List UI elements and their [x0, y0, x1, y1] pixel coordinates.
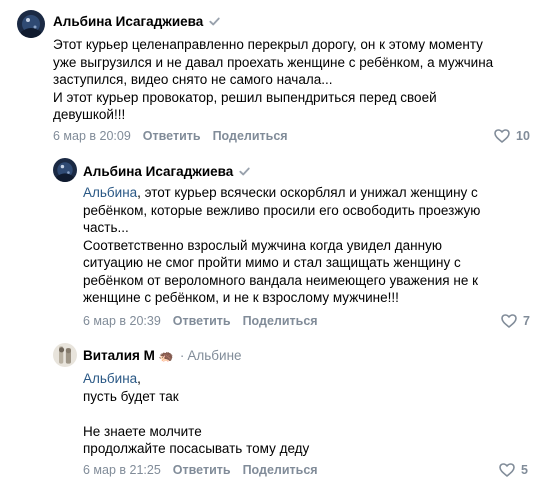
like-button[interactable]: 10: [494, 129, 530, 143]
comment-text: Этот курьер целенаправленно перекрыл дор…: [53, 36, 493, 124]
comment-date[interactable]: 6 мар в 21:25: [83, 463, 161, 477]
heart-icon: [494, 129, 510, 143]
emoji-badge: 🦔: [158, 348, 174, 363]
text-line: заступился, видео снято не самого начала…: [53, 72, 333, 87]
text-line: ,: [137, 371, 141, 386]
reply-button[interactable]: Ответить: [173, 463, 231, 477]
mention-link[interactable]: Альбина: [83, 185, 137, 200]
mention-link[interactable]: Альбина: [83, 371, 137, 386]
share-button[interactable]: Поделиться: [243, 314, 318, 328]
avatar[interactable]: [53, 343, 77, 367]
reply-to-name: Альбине: [187, 348, 242, 363]
share-button[interactable]: Поделиться: [243, 463, 318, 477]
text-line: ребёнком, которые вежливо просили его ос…: [83, 202, 481, 218]
heart-icon: [499, 463, 515, 477]
text-line: ребёнком от вероломного вандала неимеюще…: [83, 272, 478, 288]
like-count: 5: [521, 463, 528, 477]
avatar[interactable]: [17, 10, 45, 38]
comment-text: Альбина, этот курьер всячески оскорблял …: [83, 184, 480, 307]
comment-text: Альбина, пусть будет так Не знаете молчи…: [83, 370, 309, 458]
text-line: , этот курьер всячески оскорблял и унижа…: [137, 185, 478, 200]
separator-dot: ·: [179, 348, 185, 363]
text-line: И этот курьер провокатор, решил выпендри…: [53, 89, 437, 105]
like-count: 10: [516, 129, 530, 143]
like-button[interactable]: 5: [499, 463, 528, 477]
avatar[interactable]: [53, 158, 77, 182]
heart-icon: [501, 314, 517, 328]
like-button[interactable]: 7: [501, 314, 530, 328]
text-line: уже выгрузился и не давал проехать женщи…: [53, 54, 494, 70]
author-name[interactable]: Альбина Исагаджиева: [53, 14, 203, 29]
text-line: часть...: [83, 220, 129, 235]
text-line: ситуацию не смог пройти мимо и стал защи…: [83, 255, 461, 270]
text-line: пусть будет так: [83, 388, 179, 404]
text-line: Соответственно взрослый мужчина когда ув…: [83, 237, 442, 253]
like-count: 7: [523, 314, 530, 328]
reply-to-label[interactable]: · Альбине: [180, 348, 242, 363]
comment-date[interactable]: 6 мар в 20:09: [53, 129, 131, 143]
author-name[interactable]: Виталия М: [83, 348, 155, 363]
share-button[interactable]: Поделиться: [213, 129, 288, 143]
text-line: женщине с ребёнком, и не к взрослому муж…: [83, 290, 399, 305]
text-line: Не знаете молчите: [83, 423, 202, 439]
verified-icon: [239, 167, 250, 176]
comment-date[interactable]: 6 мар в 20:39: [83, 314, 161, 328]
verified-icon: [209, 17, 220, 26]
reply-button[interactable]: Ответить: [143, 129, 201, 143]
author-name[interactable]: Альбина Исагаджиева: [83, 164, 233, 179]
text-line: продолжайте посасывать тому деду: [83, 441, 310, 456]
reply-button[interactable]: Ответить: [173, 314, 231, 328]
text-line: девушкой!!!: [53, 107, 126, 122]
text-line: Этот курьер целенаправленно перекрыл дор…: [53, 37, 483, 52]
